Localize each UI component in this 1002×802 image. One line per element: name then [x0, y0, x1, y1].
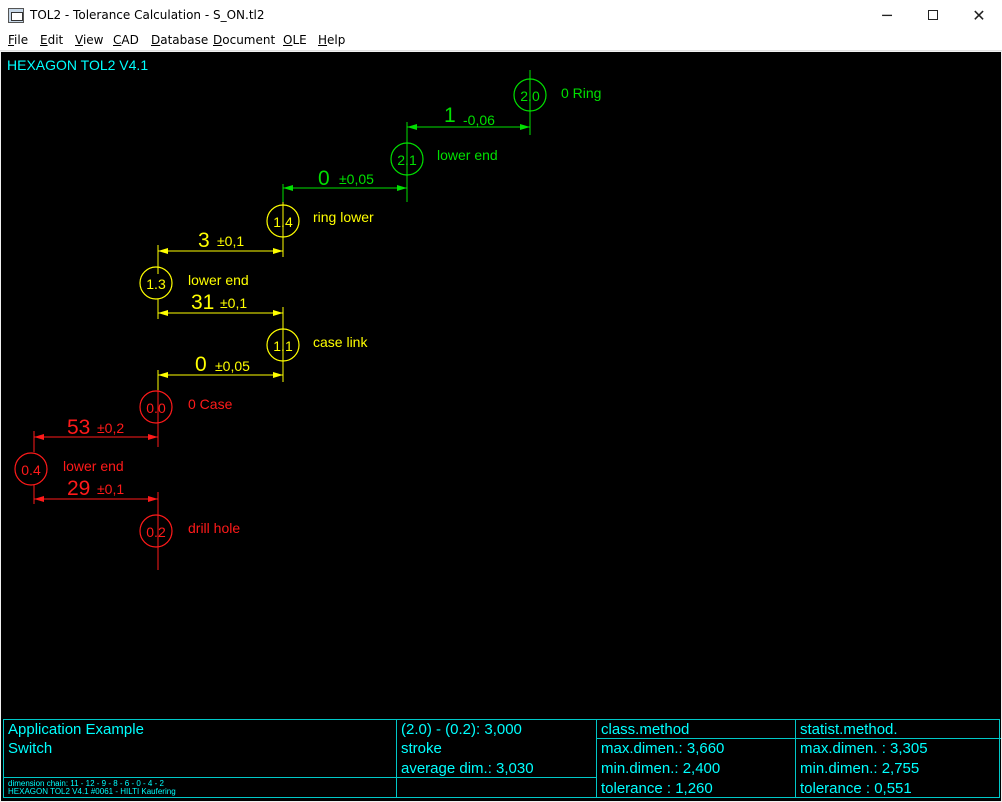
- node-id-0-0: 0.0: [146, 400, 166, 416]
- dim-value: 53: [67, 416, 90, 439]
- range-value: (2.0) - (0.2): 3,000: [401, 721, 522, 738]
- menu-database-accel: D: [151, 33, 161, 47]
- menu-file-label: ile: [14, 33, 29, 47]
- dim-value: 31: [191, 291, 214, 314]
- node-id-1-1: 1.1: [273, 338, 293, 354]
- menu-file[interactable]: File: [8, 33, 28, 47]
- node-label-0-4: lower end: [63, 458, 124, 474]
- minimize-button[interactable]: ─: [864, 0, 910, 31]
- menu-help-accel: H: [318, 33, 328, 47]
- node-label-1-4: ring lower: [313, 209, 374, 225]
- menu-ole[interactable]: OLE: [283, 33, 307, 47]
- statist-max: max.dimen. : 3,305: [800, 740, 928, 757]
- node-id-0-4: 0.4: [21, 462, 41, 478]
- info-block: Application Example Switch dimension cha…: [3, 719, 1001, 798]
- dim-tolerance: ±0,1: [217, 233, 244, 249]
- node-label-2-0: 0 Ring: [561, 85, 601, 101]
- menu-view-label: iew: [82, 33, 104, 47]
- drawing-canvas[interactable]: HEXAGON TOL2 V4.1 2.0 0 Ring 1 -0,06 2.1…: [1, 52, 1001, 801]
- dim-tolerance: ±0,05: [215, 358, 250, 374]
- arrow-head: [273, 310, 283, 316]
- node-label-0-2: drill hole: [188, 520, 240, 536]
- maximize-button[interactable]: [910, 0, 956, 31]
- menu-database[interactable]: Database: [151, 33, 208, 47]
- node-id-2-1: 2.1: [397, 152, 417, 168]
- maximize-icon: [928, 10, 938, 20]
- menu-document-label: ocument: [222, 33, 276, 47]
- arrow-head: [520, 124, 530, 130]
- arrow-head: [407, 124, 417, 130]
- menu-help[interactable]: Help: [318, 33, 345, 47]
- dim-tolerance: ±0,1: [97, 481, 124, 497]
- node-id-1-4: 1.4: [273, 214, 293, 230]
- dim-tolerance: ±0,05: [339, 171, 374, 187]
- arrow-head: [158, 248, 168, 254]
- divider: [396, 720, 397, 797]
- menu-edit-label: dit: [47, 33, 64, 47]
- close-button[interactable]: ✕: [956, 0, 1002, 31]
- arrow-head: [158, 372, 168, 378]
- class-tolerance: tolerance : 1,260: [601, 780, 713, 797]
- node-label-2-1: lower end: [437, 147, 498, 163]
- arrow-head: [148, 496, 158, 502]
- arrow-head: [273, 372, 283, 378]
- divider: [4, 777, 396, 778]
- app-icon[interactable]: [8, 8, 24, 23]
- class-min: min.dimen.: 2,400: [601, 760, 721, 777]
- node-label-0-0: 0 Case: [188, 396, 233, 412]
- arrow-head: [158, 310, 168, 316]
- footer-line: HEXAGON TOL2 V4.1 #0061 - HILTI Kauferin…: [8, 787, 176, 796]
- red-group: 0.0 0 Case 53 ±0,2 0.4 lower end 29 ±0,1…: [14, 390, 240, 570]
- node-id-1-3: 1.3: [146, 276, 166, 292]
- window-title: TOL2 - Tolerance Calculation - S_ON.tl2: [30, 8, 265, 22]
- node-label-1-1: case link: [313, 334, 368, 350]
- arrow-head: [34, 496, 44, 502]
- arrow-head: [34, 434, 44, 440]
- dim-value: 1: [444, 104, 456, 127]
- dim-value: 29: [67, 477, 90, 500]
- app-title: Application Example: [8, 721, 144, 738]
- menu-view-accel: V: [75, 33, 83, 47]
- title-bar: TOL2 - Tolerance Calculation - S_ON.tl2 …: [0, 0, 1002, 31]
- arrow-head: [283, 185, 293, 191]
- dim-tolerance: -0,06: [463, 112, 495, 128]
- arrow-head: [273, 248, 283, 254]
- green-group: 2.0 0 Ring 1 -0,06 2.1 lower end 0 ±0,05: [282, 70, 601, 202]
- yellow-group: 1.4 ring lower 3 ±0,1 1.3 lower end 31 ±…: [139, 202, 374, 390]
- menu-ole-label: LE: [292, 33, 307, 47]
- dim-value: 0: [195, 353, 207, 376]
- menu-help-label: elp: [327, 33, 346, 47]
- app-name: Switch: [8, 740, 53, 757]
- menu-document-accel: D: [213, 33, 223, 47]
- class-method-title: class.method: [601, 721, 690, 738]
- node-label-1-3: lower end: [188, 272, 249, 288]
- menu-view[interactable]: View: [75, 33, 103, 47]
- class-max: max.dimen.: 3,660: [601, 740, 725, 757]
- node-id-0-2: 0.2: [146, 524, 166, 540]
- tolerance-chain-diagram: 2.0 0 Ring 1 -0,06 2.1 lower end 0 ±0,05: [14, 70, 601, 570]
- stroke-label: stroke: [401, 740, 442, 757]
- dim-value: 0: [318, 167, 330, 190]
- menu-cad[interactable]: CAD: [113, 33, 139, 47]
- menu-document[interactable]: Document: [213, 33, 275, 47]
- statist-method-title: statist.method.: [800, 721, 898, 738]
- divider: [795, 720, 796, 797]
- statist-min: min.dimen.: 2,755: [800, 760, 920, 777]
- menu-cad-label: AD: [121, 33, 139, 47]
- average-dim: average dim.: 3,030: [401, 760, 534, 777]
- arrow-head: [148, 434, 158, 440]
- dim-tolerance: ±0,2: [97, 420, 124, 436]
- node-id-2-0: 2.0: [520, 88, 540, 104]
- menu-edit-accel: E: [40, 33, 48, 47]
- statist-tolerance: tolerance : 0,551: [800, 780, 912, 797]
- arrow-head: [397, 185, 407, 191]
- dim-tolerance: ±0,1: [220, 295, 247, 311]
- menu-database-label: atabase: [160, 33, 209, 47]
- divider: [596, 720, 597, 797]
- menu-bar: File Edit View CAD Database Document OLE…: [0, 31, 1002, 51]
- dim-value: 3: [198, 229, 210, 252]
- menu-edit[interactable]: Edit: [40, 33, 63, 47]
